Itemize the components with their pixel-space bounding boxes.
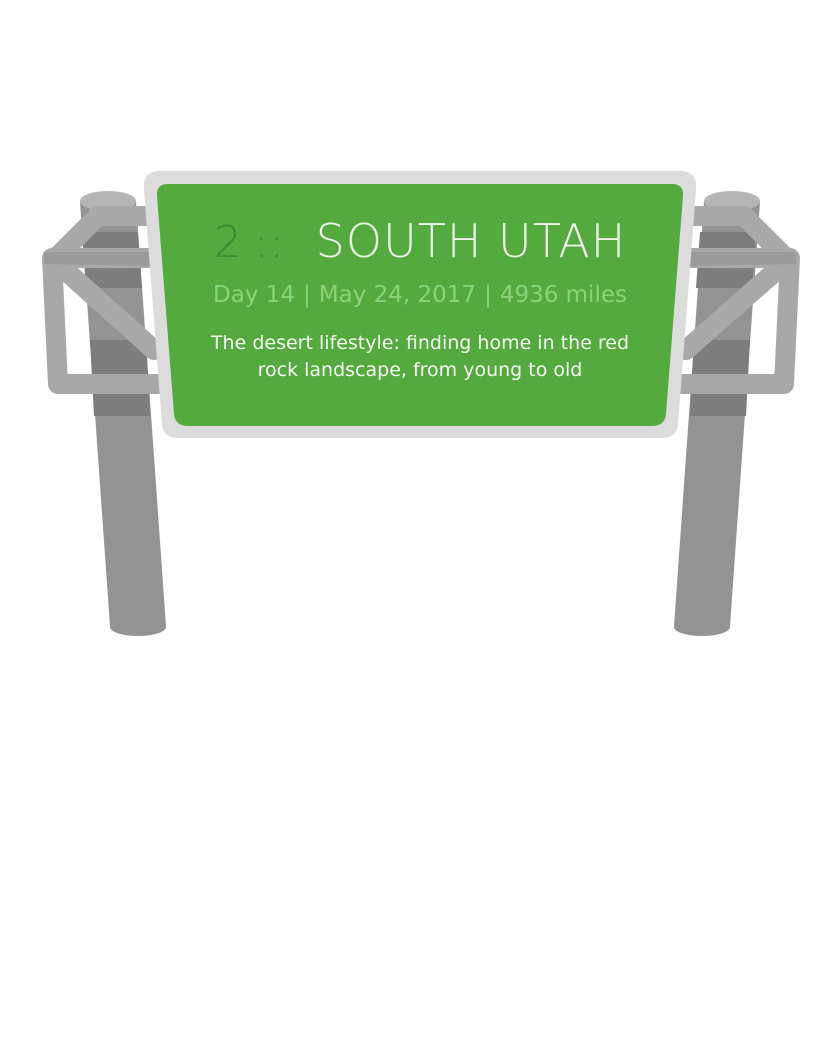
sign-headline: 2 :: SOUTH UTAH [160, 214, 680, 270]
chapter-separator: :: [254, 221, 286, 267]
day-label: Day 14 [213, 282, 296, 308]
place-title: SOUTH UTAH [315, 214, 627, 268]
right-bracket-shadow [690, 252, 796, 266]
left-bracket-shadow [44, 252, 150, 266]
sign-content: 2 :: SOUTH UTAH Day 14 | May 24, 2017 | … [160, 184, 680, 426]
miles-label: 4936 miles [499, 282, 627, 308]
trip-stats: Day 14 | May 24, 2017 | 4936 miles [160, 282, 680, 308]
road-sign-illustration [42, 171, 800, 636]
chapter-number: 2 [213, 217, 243, 268]
date-label: May 24, 2017 [318, 282, 477, 308]
road-sign-scene: 2 :: SOUTH UTAH Day 14 | May 24, 2017 | … [0, 0, 840, 1042]
chapter-description: The desert lifestyle: finding home in th… [210, 332, 630, 381]
stat-divider: | [303, 282, 311, 308]
stat-divider: | [484, 282, 492, 308]
